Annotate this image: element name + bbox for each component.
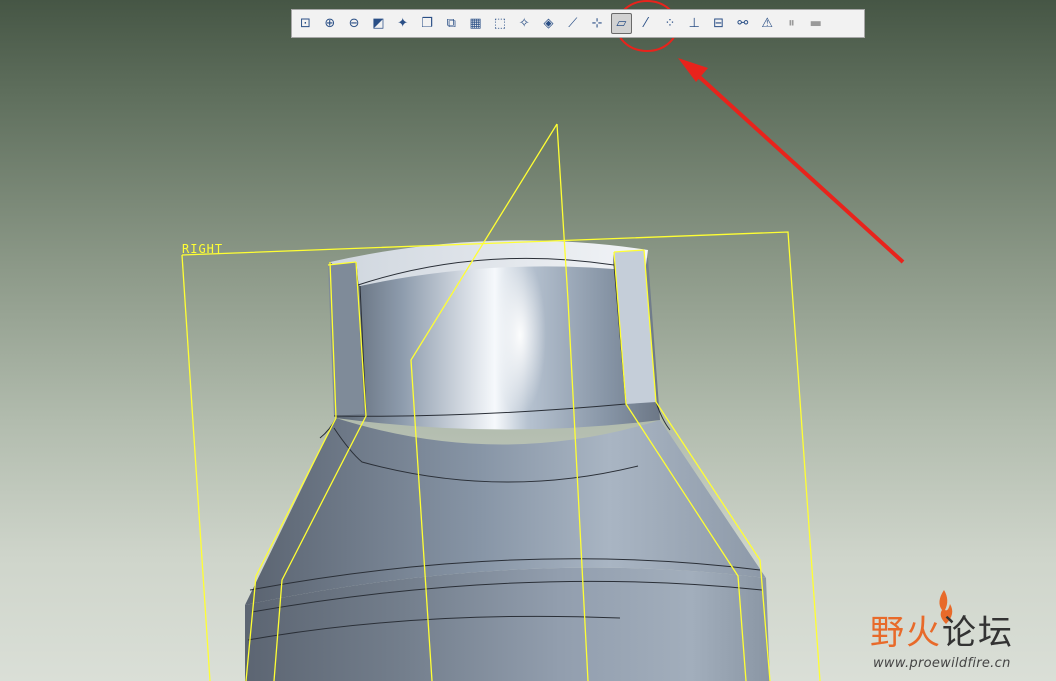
plane-tag-display-icon[interactable]: ▱ — [610, 13, 632, 34]
refit-icon[interactable]: ⊡ — [295, 13, 316, 34]
annotation-display-icon[interactable]: ⊟ — [708, 13, 729, 34]
axis-display-icon[interactable]: ⊹ — [587, 13, 608, 34]
annotation — [616, 0, 905, 264]
part-body[interactable] — [245, 240, 770, 681]
shading-icon[interactable]: ✧ — [514, 13, 535, 34]
point-display-icon[interactable]: ⁘ — [659, 13, 680, 34]
plane-display-icon[interactable]: ⟋ — [562, 13, 583, 34]
model-viewport[interactable]: RIGHT — [0, 0, 1056, 681]
pause-icon[interactable]: ⏸ — [781, 13, 802, 34]
axis-tag-display-icon[interactable]: ⁄ — [635, 13, 656, 34]
watermark: 野火论坛 www.proewildfire.cn — [868, 590, 1048, 672]
watermark-title-part2: 论坛 — [942, 613, 1014, 653]
display-style-icon[interactable]: ◈ — [538, 13, 559, 34]
annotation-arrow — [678, 58, 905, 264]
watermark-title-part1: 野火 — [870, 613, 942, 653]
saved-orientations-icon[interactable]: ❐ — [416, 13, 437, 34]
regenerate-icon[interactable]: ▬ — [805, 13, 826, 34]
watermark-title: 野火论坛 — [870, 616, 1014, 650]
zoom-in-icon[interactable]: ⊕ — [319, 13, 340, 34]
watermark-url: www.proewildfire.cn — [873, 656, 1011, 671]
spin-center-icon[interactable]: ✦ — [392, 13, 413, 34]
appearance-icon[interactable]: ▦ — [465, 13, 486, 34]
warning-display-icon[interactable]: ⚠ — [757, 13, 778, 34]
repaint-icon[interactable]: ◩ — [368, 13, 389, 34]
view-manager-icon[interactable]: ⧉ — [441, 13, 462, 34]
datum-plane-label: RIGHT — [182, 242, 223, 256]
csys-display-icon[interactable]: ⊥ — [684, 13, 705, 34]
spin-display-icon[interactable]: ⚯ — [732, 13, 753, 34]
zoom-out-icon[interactable]: ⊖ — [344, 13, 365, 34]
view-toolbar: ⊡ ⊕ ⊖ ◩ ✦ ❐ ⧉ ▦ ⬚ ✧ ◈ ⟋ ⊹ ▱ ⁄ ⁘ ⊥ ⊟ ⚯ ⚠ ⏸ ▬ — [291, 9, 865, 38]
perspective-icon[interactable]: ⬚ — [489, 13, 510, 34]
